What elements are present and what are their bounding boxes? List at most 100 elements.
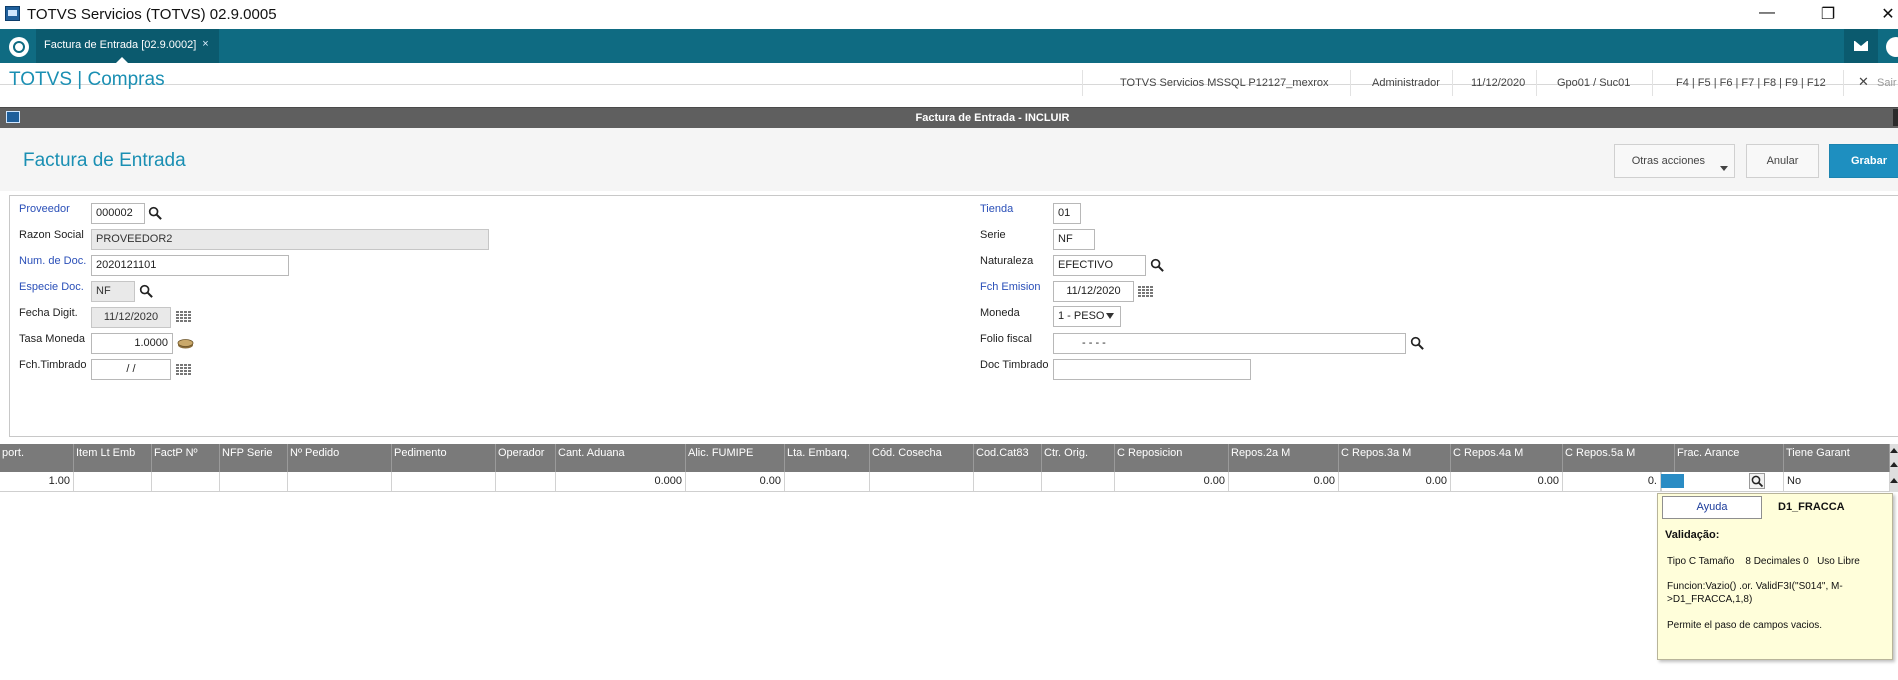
column-header[interactable]: Operador	[496, 444, 556, 472]
header-separator	[1082, 70, 1083, 96]
mail-icon	[1854, 41, 1868, 51]
proveedor-field[interactable]: 000002	[91, 203, 145, 224]
save-button[interactable]: Grabar	[1829, 144, 1898, 178]
table-cell[interactable]: 0.00	[1115, 472, 1229, 491]
column-header[interactable]: Alic. FUMIPE	[686, 444, 785, 472]
shortcut-keys[interactable]: F4 | F5 | F6 | F7 | F8 | F9 | F12	[1676, 77, 1826, 89]
column-header[interactable]: NFP Serie	[220, 444, 288, 472]
serie-field[interactable]: NF	[1053, 229, 1095, 250]
calendar-icon[interactable]	[1138, 286, 1153, 298]
fch-emision-field[interactable]: 11/12/2020	[1053, 281, 1134, 302]
column-header[interactable]: Ctr. Orig.	[1042, 444, 1115, 472]
help-field-name: D1_FRACCA	[1778, 501, 1845, 513]
table-cell[interactable]	[220, 472, 288, 491]
coins-icon[interactable]	[177, 338, 194, 349]
proveedor-label: Proveedor	[19, 203, 70, 215]
column-header[interactable]: Cod.Cat83	[974, 444, 1042, 472]
header-separator	[1536, 70, 1537, 96]
column-header[interactable]: C Repos.5a M	[1563, 444, 1675, 472]
header-separator	[1452, 70, 1453, 96]
column-header[interactable]: Nº Pedido	[288, 444, 392, 472]
scroll-up-icon[interactable]	[1890, 448, 1898, 453]
restore-button[interactable]: ❐	[1813, 4, 1843, 24]
help-function-line: Funcion:Vazio() .or. ValidF3I("S014", M-	[1667, 581, 1843, 592]
column-header[interactable]: Tiene Garant	[1784, 444, 1890, 472]
frac-arance-editor[interactable]	[1661, 474, 1684, 488]
num-doc-field[interactable]: 2020121101	[91, 255, 289, 276]
calendar-icon[interactable]	[176, 364, 191, 376]
chevron-down-icon	[1106, 313, 1114, 319]
column-header[interactable]: FactP Nº	[152, 444, 220, 472]
calendar-icon[interactable]	[176, 311, 191, 323]
table-cell[interactable]	[974, 472, 1042, 491]
tienda-field[interactable]: 01	[1053, 203, 1081, 224]
table-cell[interactable]: 0.00	[1451, 472, 1563, 491]
other-actions-button[interactable]: Otras acciones	[1614, 144, 1735, 178]
table-cell[interactable]	[870, 472, 974, 491]
doc-timbrado-label: Doc Timbrado	[980, 359, 1049, 371]
search-icon[interactable]	[139, 284, 154, 299]
header-separator	[1843, 70, 1844, 96]
search-icon[interactable]	[1150, 258, 1165, 273]
exit-label[interactable]: Sair	[1877, 77, 1897, 89]
tab-close-icon[interactable]: ×	[202, 38, 208, 50]
scroll-up-icon[interactable]	[1890, 478, 1898, 483]
minimize-button[interactable]: —	[1752, 4, 1782, 22]
especie-doc-field[interactable]: NF	[91, 281, 135, 302]
table-cell[interactable]: 0.00	[1339, 472, 1451, 491]
table-cell[interactable]: 0.	[1563, 472, 1661, 491]
window-title: TOTVS Servicios (TOTVS) 02.9.0005	[27, 6, 277, 23]
doc-timbrado-field[interactable]	[1053, 359, 1251, 380]
dialog-edge	[1893, 109, 1898, 126]
help-type-line: Tipo C Tamaño 8 Decimales 0 Uso Libre	[1667, 556, 1860, 567]
window-titlebar	[0, 0, 1898, 29]
column-header[interactable]: Pedimento	[392, 444, 496, 472]
column-header[interactable]: C Reposicion	[1115, 444, 1229, 472]
table-cell[interactable]	[496, 472, 556, 491]
date-info: 11/12/2020	[1471, 77, 1526, 89]
table-cell[interactable]	[288, 472, 392, 491]
table-cell[interactable]	[1042, 472, 1115, 491]
fecha-digit-field: 11/12/2020	[91, 307, 171, 328]
naturaleza-field[interactable]: EFECTIVO	[1053, 255, 1146, 276]
search-icon[interactable]	[148, 206, 163, 221]
column-header[interactable]: port.	[0, 444, 74, 472]
column-header[interactable]: C Repos.4a M	[1451, 444, 1563, 472]
table-cell[interactable]: 1.00	[0, 472, 74, 491]
search-icon[interactable]	[1749, 473, 1765, 489]
fch-timbrado-label: Fch.Timbrado	[19, 359, 87, 371]
header-separator	[1350, 70, 1351, 96]
column-header[interactable]: Item Lt Emb	[74, 444, 152, 472]
table-cell[interactable]	[152, 472, 220, 491]
column-header[interactable]: Cód. Cosecha	[870, 444, 974, 472]
column-header[interactable]: C Repos.3a M	[1339, 444, 1451, 472]
help-function-line: >D1_FRACCA,1,8)	[1667, 594, 1753, 605]
table-cell[interactable]	[392, 472, 496, 491]
column-header[interactable]: Repos.2a M	[1229, 444, 1339, 472]
table-cell[interactable]: 0.000	[556, 472, 686, 491]
column-header[interactable]: Frac. Arance	[1675, 444, 1784, 472]
column-header[interactable]: Lta. Embarq.	[785, 444, 870, 472]
column-header[interactable]: Cant. Aduana	[556, 444, 686, 472]
folio-fiscal-field[interactable]: - - - -	[1053, 333, 1406, 354]
naturaleza-label: Naturaleza	[980, 255, 1034, 267]
exit-icon[interactable]: ✕	[1858, 74, 1869, 90]
table-cell[interactable]: 0.00	[686, 472, 785, 491]
scroll-up-icon[interactable]	[1890, 462, 1898, 467]
user-info: Administrador	[1372, 77, 1440, 89]
tab-label: Factura de Entrada [02.9.0002]	[44, 39, 197, 51]
table-cell[interactable]	[785, 472, 870, 491]
table-cell[interactable]: 0.00	[1229, 472, 1339, 491]
tasa-moneda-label: Tasa Moneda	[19, 333, 86, 345]
table-cell[interactable]	[74, 472, 152, 491]
tienda-label: Tienda	[980, 203, 1014, 215]
tasa-moneda-field[interactable]: 1.0000	[91, 333, 173, 354]
cancel-button[interactable]: Anular	[1746, 144, 1819, 178]
table-cell[interactable]: No	[1784, 472, 1890, 491]
help-button[interactable]: Ayuda	[1662, 496, 1762, 519]
close-window-button[interactable]: ✕	[1873, 4, 1898, 24]
header-separator	[1652, 70, 1653, 96]
search-icon[interactable]	[1410, 336, 1425, 351]
help-note: Permite el paso de campos vacios.	[1667, 620, 1823, 631]
fch-timbrado-field[interactable]: / /	[91, 359, 171, 380]
